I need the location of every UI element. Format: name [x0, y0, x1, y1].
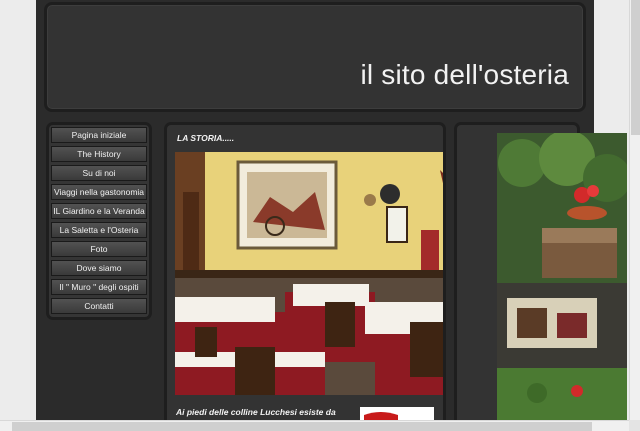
site-header: il sito dell'osteria — [44, 2, 586, 112]
horizontal-scrollbar[interactable] — [0, 420, 629, 431]
nav-item-su-di-noi[interactable]: Su di noi — [51, 165, 147, 181]
nav-item-giardino[interactable]: IL Giardino e la Veranda — [51, 203, 147, 219]
horizontal-scroll-thumb[interactable] — [12, 422, 592, 431]
site-container: il sito dell'osteria Pagina iniziale The… — [36, 0, 627, 431]
scrollbar-corner — [629, 420, 640, 431]
nav-item-viaggi[interactable]: Viaggi nella gastonomia — [51, 184, 147, 200]
nav-item-contatti[interactable]: Contatti — [51, 298, 147, 314]
nav-menu: Pagina iniziale The History Su di noi Vi… — [46, 122, 152, 320]
content-caption: Ai piedi delle colline Lucchesi esiste d… — [176, 407, 336, 417]
restaurant-photo — [175, 152, 443, 395]
nav-item-saletta[interactable]: La Saletta e l'Osteria — [51, 222, 147, 238]
garden-photo — [497, 133, 627, 423]
nav-item-the-history[interactable]: The History — [51, 146, 147, 162]
content-heading: LA STORIA..... — [177, 133, 235, 143]
site-title: il sito dell'osteria — [360, 59, 569, 90]
nav-item-pagina-iniziale[interactable]: Pagina iniziale — [51, 127, 147, 143]
nav-item-dove-siamo[interactable]: Dove siamo — [51, 260, 147, 276]
content-panel: LA STORIA..... Ai piedi delle colline Lu… — [164, 122, 446, 431]
right-panel — [454, 122, 627, 431]
nav-item-muro-ospiti[interactable]: Il " Muro " degli ospiti — [51, 279, 147, 295]
vertical-scroll-thumb[interactable] — [631, 0, 640, 135]
vertical-scrollbar[interactable] — [629, 0, 640, 420]
nav-item-foto[interactable]: Foto — [51, 241, 147, 257]
